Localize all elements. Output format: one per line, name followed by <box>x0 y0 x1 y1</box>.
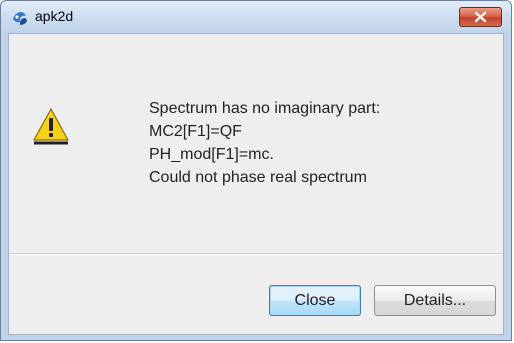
button-separator <box>9 253 503 255</box>
close-button[interactable]: Close <box>269 285 361 316</box>
details-button[interactable]: Details... <box>374 285 496 316</box>
message-line: PH_mod[F1]=mc. <box>149 146 274 163</box>
dialog-content: Spectrum has no imaginary part: MC2[F1]=… <box>8 33 504 335</box>
apk2d-app-icon <box>11 9 29 27</box>
message-line: Spectrum has no imaginary part: <box>149 100 381 117</box>
message-text: Spectrum has no imaginary part: MC2[F1]=… <box>149 97 380 189</box>
dialog-window: apk2d Spectrum has no imaginary part: MC… <box>0 0 512 341</box>
warning-icon <box>31 106 71 146</box>
title-bar[interactable]: apk2d <box>1 1 511 33</box>
message-line: Could not phase real spectrum <box>149 169 367 186</box>
window-close-button[interactable] <box>459 7 502 27</box>
window-title: apk2d <box>35 8 74 24</box>
message-line: MC2[F1]=QF <box>149 123 242 140</box>
